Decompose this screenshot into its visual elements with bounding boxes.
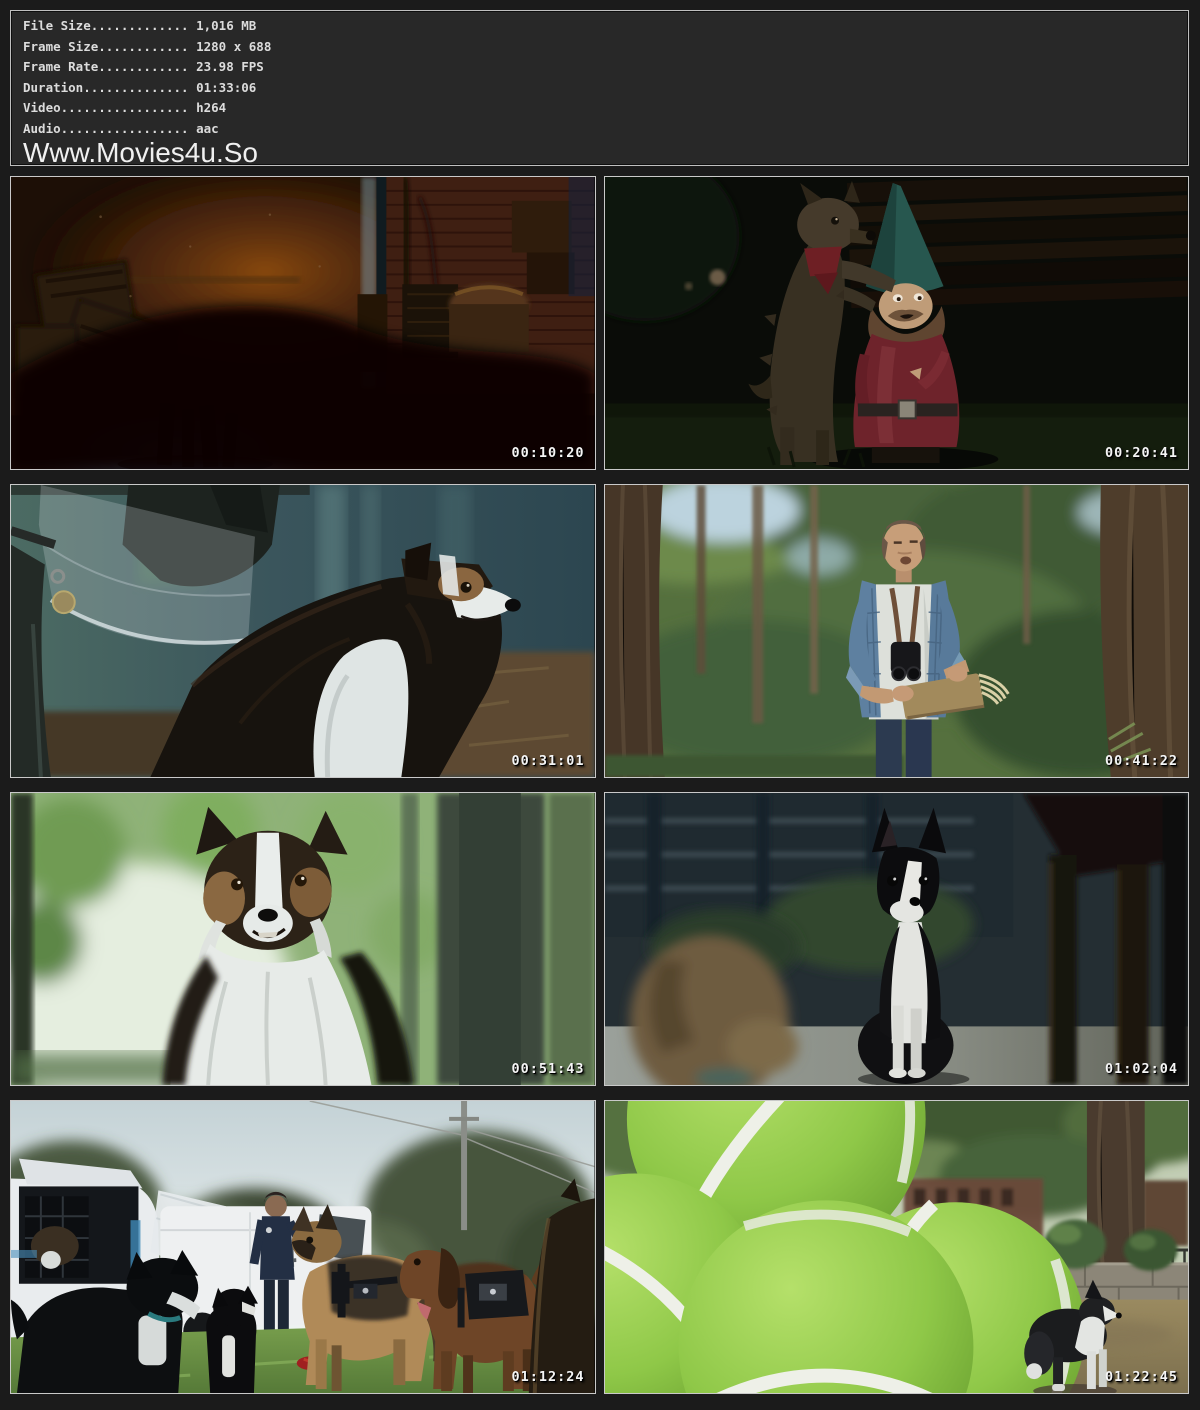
watermark-text: Www.Movies4u.So xyxy=(23,139,1188,166)
screenshot-thumbnail-7: 14 xyxy=(10,1100,596,1394)
scene-boston-terrier-image xyxy=(605,793,1189,1085)
dot-leader: ............ xyxy=(98,59,188,74)
scene-tennis-balls-image xyxy=(605,1101,1189,1393)
screenshot-thumbnail-2: 00:20:41 xyxy=(604,176,1190,470)
dot-leader: ................. xyxy=(61,121,189,136)
info-row-video: Video.................h264 xyxy=(23,98,1188,119)
dot-leader: .............. xyxy=(83,80,188,95)
screenshot-thumbnail-6: 01:02:04 xyxy=(604,792,1190,1086)
small-terrier-figure xyxy=(206,1286,258,1393)
info-value: 01:33:06 xyxy=(189,80,257,95)
scene-smiling-dog-image xyxy=(11,793,595,1085)
timestamp-overlay: 00:10:20 xyxy=(511,445,584,461)
info-row-audio: Audio.................aac xyxy=(23,119,1188,140)
info-label: Duration xyxy=(23,80,83,95)
scene-night-alley-image xyxy=(11,177,595,469)
info-value: h264 xyxy=(189,100,227,115)
timestamp-overlay: 00:31:01 xyxy=(511,753,584,769)
info-row-file-size: File Size.............1,016 MB xyxy=(23,16,1188,37)
dot-leader: ................. xyxy=(61,100,189,115)
timestamp-overlay: 01:12:24 xyxy=(511,1369,584,1385)
info-row-duration: Duration..............01:33:06 xyxy=(23,78,1188,99)
dot-leader: ............. xyxy=(91,18,189,33)
screenshot-thumbnail-8: 01:22:45 xyxy=(604,1100,1190,1394)
info-row-frame-rate: Frame Rate............23.98 FPS xyxy=(23,57,1188,78)
timestamp-overlay: 00:20:41 xyxy=(1105,445,1178,461)
info-label: Frame Size xyxy=(23,39,98,54)
timestamp-overlay: 00:51:43 xyxy=(511,1061,584,1077)
info-value: 23.98 FPS xyxy=(189,59,264,74)
screenshot-thumbnail-5: 00:51:43 xyxy=(10,792,596,1086)
timestamp-overlay: 00:41:22 xyxy=(1105,753,1178,769)
scene-forest-man-image xyxy=(605,485,1189,777)
timestamp-overlay: 01:22:45 xyxy=(1105,1369,1178,1385)
scene-k9-group-image: 14 xyxy=(11,1101,595,1393)
scene-barn-dog-image xyxy=(11,485,595,777)
screenshot-thumbnail-1: 00:10:20 xyxy=(10,176,596,470)
media-info-panel: File Size.............1,016 MB Frame Siz… xyxy=(10,10,1189,166)
info-label: Audio xyxy=(23,121,61,136)
info-value: aac xyxy=(189,121,219,136)
info-label: File Size xyxy=(23,18,91,33)
info-value: 1280 x 688 xyxy=(189,39,272,54)
screenshot-grid: 00:10:20 xyxy=(10,176,1189,1394)
scene-dog-gnome-image xyxy=(605,177,1189,469)
screenshot-thumbnail-3: 00:31:01 xyxy=(10,484,596,778)
info-label: Video xyxy=(23,100,61,115)
dot-leader: ............ xyxy=(98,39,188,54)
info-value: 1,016 MB xyxy=(189,18,257,33)
screenshot-page: { "palette": { "page_bg": "#1b1b1b", "pa… xyxy=(0,10,1200,1410)
timestamp-overlay: 01:02:04 xyxy=(1105,1061,1178,1077)
info-row-frame-size: Frame Size............1280 x 688 xyxy=(23,37,1188,58)
info-label: Frame Rate xyxy=(23,59,98,74)
screenshot-thumbnail-4: 00:41:22 xyxy=(604,484,1190,778)
